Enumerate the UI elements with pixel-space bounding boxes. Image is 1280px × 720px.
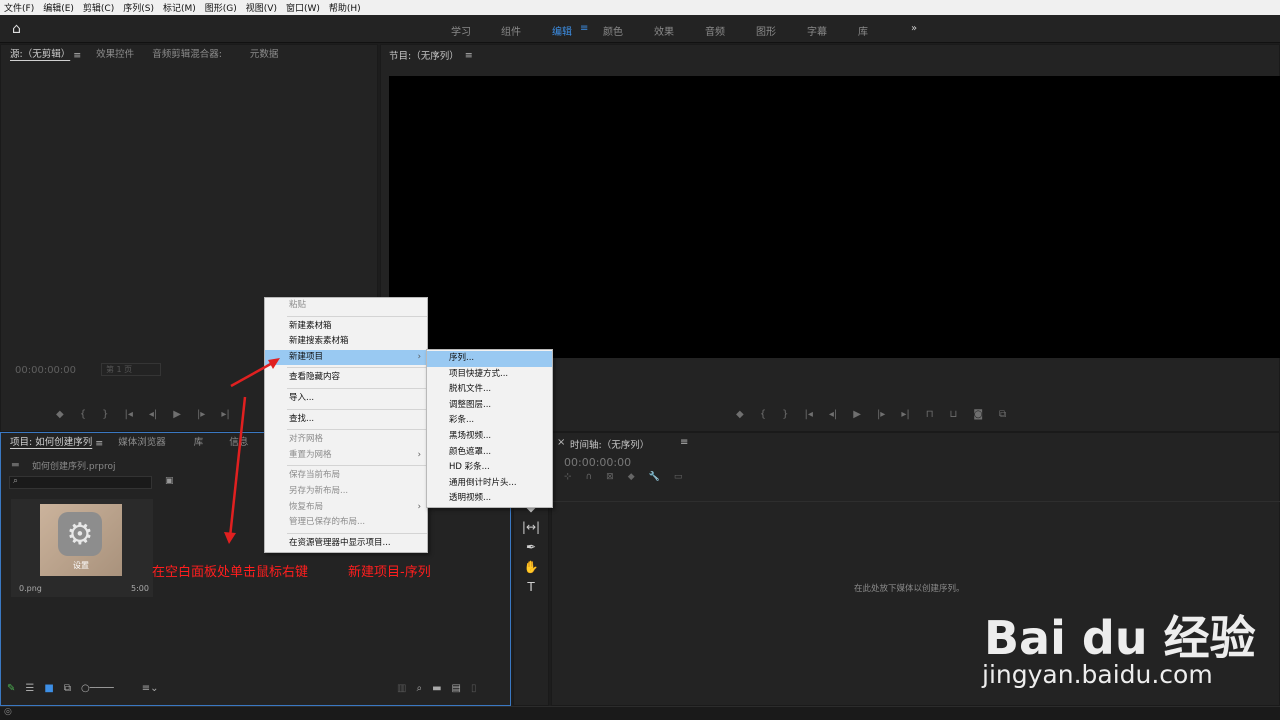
baidu-url: jingyan.baidu.com xyxy=(982,660,1213,689)
annotation-step1: 在空白面板处单击鼠标右键 xyxy=(152,565,309,580)
annotation-step2: 新建项目-序列 xyxy=(348,565,431,580)
annotation-arrow-down xyxy=(228,396,247,538)
status-icon: ◎ xyxy=(4,707,12,717)
baidu-logo: Bai du 经验 xyxy=(984,611,1256,665)
status-bar: ◎ xyxy=(0,706,1280,720)
annotation-arrowhead-down xyxy=(224,532,236,544)
annotation-arrow-up xyxy=(230,359,277,388)
